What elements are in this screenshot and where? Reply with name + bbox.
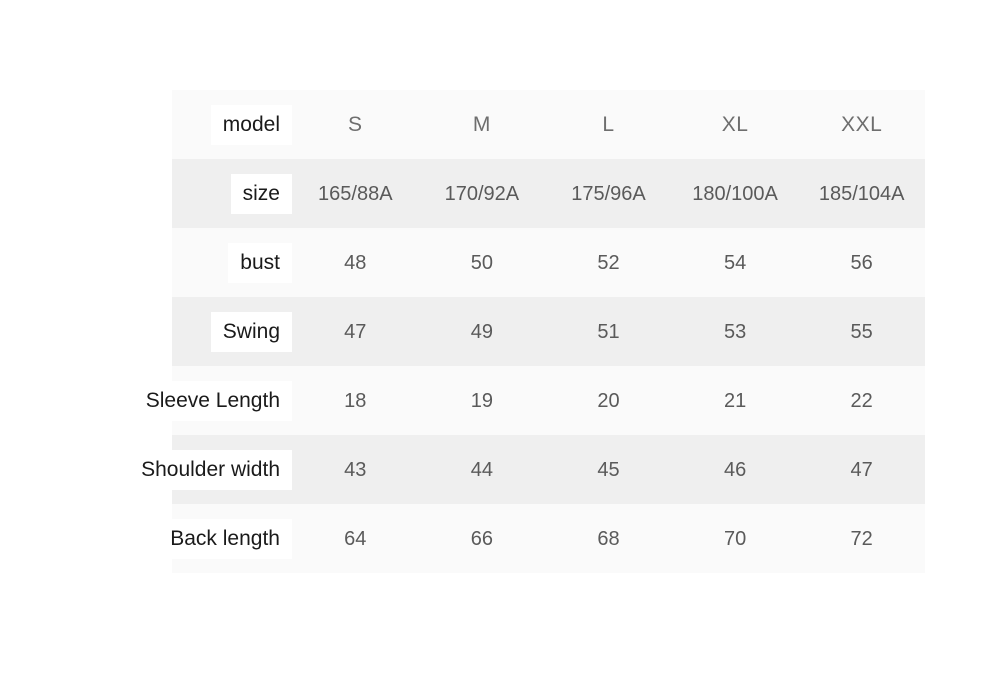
table-cell: 72 <box>850 527 873 550</box>
row-header-cell: Shoulder width <box>129 449 292 490</box>
table-cell: 185/104A <box>818 182 905 205</box>
row-values: 47 49 51 53 55 <box>292 297 925 366</box>
table-cell: M <box>472 113 491 136</box>
table-cell: 55 <box>850 320 873 343</box>
table-cell: 56 <box>850 251 873 274</box>
table-cell: 50 <box>470 251 494 274</box>
table-row: bust 48 50 52 54 56 <box>172 228 925 297</box>
table-cell: 21 <box>723 389 747 412</box>
table-row: size 165/88A 170/92A 175/96A 180/100A 18… <box>172 159 925 228</box>
row-header-cell: size <box>230 173 292 214</box>
table-cell: L <box>602 113 615 136</box>
row-header-cell: model <box>210 104 292 145</box>
table-cell: 54 <box>723 251 747 274</box>
table-row: Sleeve Length 18 19 20 21 22 <box>133 366 925 435</box>
row-header-label: Shoulder width <box>129 449 292 490</box>
table-cell: 165/88A <box>318 182 393 205</box>
row-values: S M L XL XXL <box>292 90 925 159</box>
table-cell: 170/92A <box>444 182 520 205</box>
row-header-label: bust <box>228 242 292 283</box>
table-cell: 175/96A <box>571 182 646 205</box>
table-cell: 47 <box>850 458 873 481</box>
row-header-label: Sleeve Length <box>133 380 292 421</box>
size-chart-table: model S M L XL XXL size 165/88A 170/92A … <box>129 90 925 573</box>
row-values: 43 44 45 46 47 <box>292 435 925 504</box>
row-header-label: size <box>230 173 292 214</box>
table-cell: 52 <box>597 251 620 274</box>
table-row: Back length 64 66 68 70 72 <box>158 504 925 573</box>
row-header-cell: Swing <box>210 311 292 352</box>
table-cell: 70 <box>723 527 747 550</box>
row-header-cell: Sleeve Length <box>133 380 292 421</box>
table-cell: XL <box>721 113 749 136</box>
table-row: Shoulder width 43 44 45 46 47 <box>129 435 925 504</box>
table-cell: 44 <box>470 458 494 481</box>
row-values: 18 19 20 21 22 <box>292 366 925 435</box>
row-values: 165/88A 170/92A 175/96A 180/100A 185/104… <box>292 159 925 228</box>
table-cell: 66 <box>470 527 494 550</box>
row-values: 64 66 68 70 72 <box>292 504 925 573</box>
row-header-label: Swing <box>210 311 292 352</box>
table-cell: 68 <box>597 527 620 550</box>
row-header-cell: Back length <box>158 518 292 559</box>
row-header-cell: bust <box>228 242 292 283</box>
table-cell: 64 <box>344 527 367 550</box>
table-cell: 51 <box>597 320 620 343</box>
table-cell: XXL <box>841 113 883 136</box>
table-cell: 48 <box>344 251 367 274</box>
row-header-label: Back length <box>158 518 292 559</box>
row-values: 48 50 52 54 56 <box>292 228 925 297</box>
table-cell: 43 <box>344 458 367 481</box>
table-cell: 19 <box>470 389 494 412</box>
table-cell: 180/100A <box>692 182 778 205</box>
table-cell: S <box>348 113 363 136</box>
table-row: model S M L XL XXL <box>172 90 925 159</box>
table-cell: 46 <box>723 458 747 481</box>
table-cell: 20 <box>597 389 620 412</box>
table-cell: 18 <box>344 389 367 412</box>
table-cell: 47 <box>344 320 367 343</box>
table-cell: 53 <box>723 320 747 343</box>
table-row: Swing 47 49 51 53 55 <box>172 297 925 366</box>
table-cell: 22 <box>850 389 873 412</box>
table-cell: 49 <box>470 320 494 343</box>
table-cell: 45 <box>597 458 620 481</box>
row-header-label: model <box>210 104 292 145</box>
